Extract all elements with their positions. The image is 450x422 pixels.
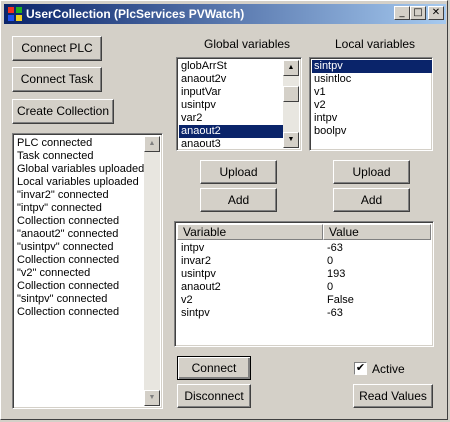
- list-item-global-var[interactable]: usintpv: [179, 99, 283, 112]
- log-line: Collection connected: [17, 254, 120, 266]
- table-cell-value: 0: [327, 281, 334, 293]
- log-line: "invar2" connected: [17, 189, 109, 201]
- global-variables-label: Global variables: [204, 37, 291, 51]
- table-cell-variable: usintpv: [181, 268, 216, 280]
- arrow-up-icon[interactable]: ▲: [144, 136, 160, 152]
- list-item-local-var[interactable]: sintpv: [312, 60, 432, 73]
- table-row[interactable]: sintpv -63: [175, 307, 431, 320]
- log-line: "usintpv" connected: [17, 241, 114, 253]
- column-header-value[interactable]: Value: [323, 224, 431, 240]
- global-variables-list[interactable]: globArrSt anaout2v inputVar usintpv var2 anao…: [176, 57, 302, 151]
- local-list-items: sintpv usintloc v1 v2 intpv boolpv: [312, 60, 432, 138]
- read-values-button[interactable]: Read Values: [353, 384, 433, 408]
- log-line: Task connected: [17, 150, 94, 162]
- add-global-button[interactable]: Add: [200, 188, 277, 212]
- log-line: PLC connected: [17, 137, 93, 149]
- local-variables-label: Local variables: [335, 37, 416, 51]
- list-item-local-var[interactable]: v2: [312, 99, 432, 112]
- local-variables-list[interactable]: sintpv usintloc v1 v2 intpv boolpv: [309, 57, 433, 151]
- log-line: Collection connected: [17, 306, 120, 318]
- table-cell-value: -63: [327, 242, 343, 254]
- log-line: "anaout2" connected: [17, 228, 119, 240]
- log-line: Global variables uploaded: [17, 163, 145, 175]
- log-line: Collection connected: [17, 215, 120, 227]
- list-item-local-var[interactable]: boolpv: [312, 125, 432, 138]
- title-bar[interactable]: UserCollection (PlcServices PVWatch) _ □…: [4, 4, 446, 24]
- table-cell-variable: v2: [181, 294, 193, 306]
- main-window: UserCollection (PlcServices PVWatch) _ □…: [0, 0, 448, 420]
- list-item-global-var[interactable]: var2: [179, 112, 283, 125]
- arrow-down-icon[interactable]: ▼: [283, 132, 299, 148]
- list-item-global-var[interactable]: anaout3: [179, 138, 283, 150]
- log-line: "v2" connected: [17, 267, 91, 279]
- window-title: UserCollection (PlcServices PVWatch): [26, 7, 245, 21]
- table-cell-variable: sintpv: [181, 307, 210, 319]
- minimize-button[interactable]: _: [394, 6, 410, 20]
- active-label: Active: [372, 362, 405, 376]
- log-scrollbar[interactable]: ▲ ▼: [144, 136, 160, 406]
- disconnect-button[interactable]: Disconnect: [177, 384, 251, 408]
- list-item-global-var[interactable]: anaout2v: [179, 73, 283, 86]
- checkmark-icon: ✔: [355, 362, 366, 374]
- list-item-global-var[interactable]: anaout2: [179, 125, 283, 138]
- list-item-global-var[interactable]: inputVar: [179, 86, 283, 99]
- table-cell-variable: anaout2: [181, 281, 221, 293]
- log-listbox[interactable]: PLC connected Task connected Global variab…: [12, 133, 163, 409]
- arrow-up-icon[interactable]: ▲: [283, 60, 299, 76]
- active-checkbox[interactable]: ✔: [354, 362, 367, 375]
- global-list-items: globArrSt anaout2v inputVar usintpv var2 anao…: [179, 60, 283, 150]
- create-collection-button[interactable]: Create Collection: [12, 99, 114, 124]
- table-cell-value: 0: [327, 255, 334, 267]
- table-cell-variable: intpv: [181, 242, 205, 254]
- table-cell-value: 193: [327, 268, 346, 280]
- app-icon: [8, 7, 22, 21]
- add-local-button[interactable]: Add: [333, 188, 410, 212]
- list-item-global-var[interactable]: globArrSt: [179, 60, 283, 73]
- values-table[interactable]: Variable Value intpv -63 invar2 0 usintpv 193…: [174, 221, 434, 347]
- table-cell-value: -63: [327, 307, 343, 319]
- log-line: "sintpv" connected: [17, 293, 108, 305]
- close-button[interactable]: ✕: [428, 6, 444, 20]
- log-lines: PLC connected Task connected Global variab…: [15, 137, 144, 319]
- table-row[interactable]: intpv -63: [175, 242, 431, 255]
- scroll-thumb[interactable]: [283, 86, 299, 102]
- maximize-button[interactable]: □: [410, 6, 426, 20]
- global-scrollbar[interactable]: ▲ ▼: [283, 60, 299, 148]
- list-item-local-var[interactable]: v1: [312, 86, 432, 99]
- log-line: "intpv" connected: [17, 202, 102, 214]
- table-cell-variable: invar2: [181, 255, 211, 267]
- upload-global-button[interactable]: Upload: [200, 160, 277, 184]
- log-line: Collection connected: [17, 280, 120, 292]
- list-item-local-var[interactable]: intpv: [312, 112, 432, 125]
- table-row[interactable]: anaout2 0: [175, 281, 431, 294]
- connect-plc-button[interactable]: Connect PLC: [12, 36, 102, 61]
- column-header-variable[interactable]: Variable: [177, 224, 323, 240]
- connect-button[interactable]: Connect: [177, 356, 251, 380]
- log-line: Local variables uploaded: [17, 176, 139, 188]
- arrow-down-icon[interactable]: ▼: [144, 390, 160, 406]
- table-row[interactable]: invar2 0: [175, 255, 431, 268]
- table-cell-value: False: [327, 294, 354, 306]
- upload-local-button[interactable]: Upload: [333, 160, 410, 184]
- connect-task-button[interactable]: Connect Task: [12, 67, 102, 92]
- table-row[interactable]: usintpv 193: [175, 268, 431, 281]
- list-item-local-var[interactable]: usintloc: [312, 73, 432, 86]
- table-row[interactable]: v2 False: [175, 294, 431, 307]
